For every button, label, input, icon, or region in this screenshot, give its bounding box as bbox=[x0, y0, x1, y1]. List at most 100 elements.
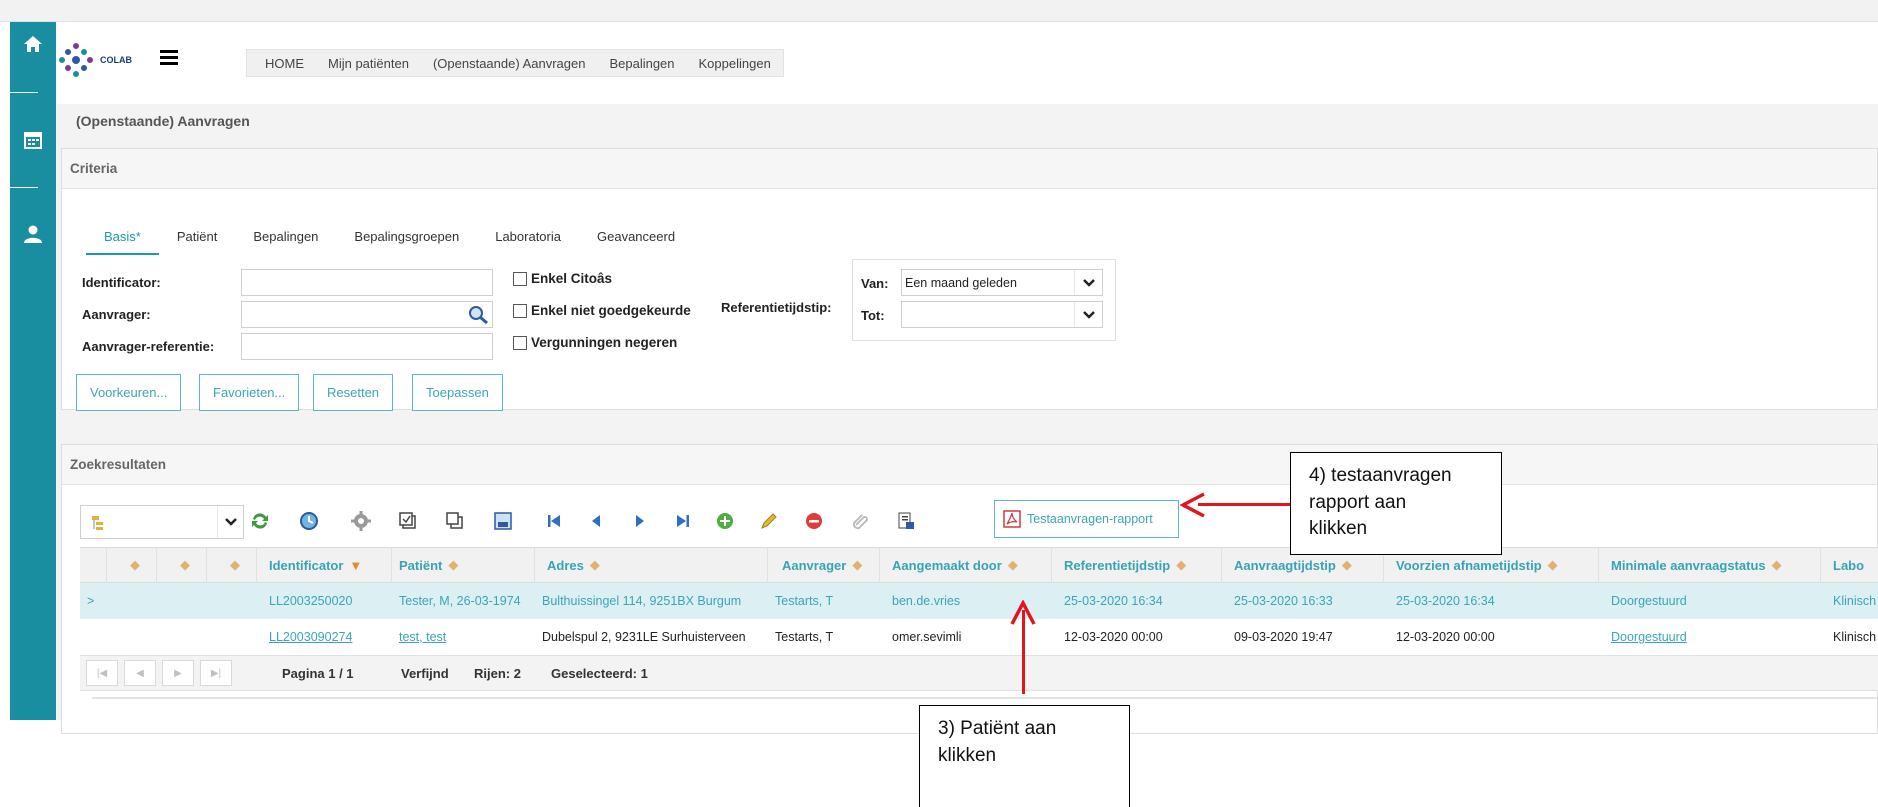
sort-icon[interactable]: ◆ bbox=[107, 547, 157, 583]
tab-bepalingsgroepen[interactable]: Bepalingsgroepen bbox=[336, 223, 477, 255]
chevron-down-icon[interactable] bbox=[1074, 270, 1102, 295]
tab-bepalingen[interactable]: Bepalingen bbox=[235, 223, 336, 255]
van-select[interactable]: Een maand geleden bbox=[901, 269, 1103, 296]
cell-referentietijdstip: 25-03-2020 16:34 bbox=[1064, 594, 1163, 608]
voorkeuren-button[interactable]: Voorkeuren... bbox=[76, 374, 182, 411]
cell-aanvrager: Testarts, T bbox=[775, 630, 834, 644]
aanvrager-label: Aanvrager: bbox=[82, 307, 151, 322]
hamburger-menu-icon[interactable] bbox=[160, 50, 178, 66]
tot-select[interactable] bbox=[901, 301, 1103, 328]
results-header[interactable]: Zoekresultaten bbox=[62, 445, 1877, 485]
select-all-icon[interactable] bbox=[396, 509, 420, 533]
col-aangemaakt-door[interactable]: Aangemaakt door ◆ bbox=[880, 547, 1052, 583]
annotation-step3: 3) Patiënt aan klikken bbox=[919, 705, 1130, 807]
sort-icon[interactable]: ◆ bbox=[157, 547, 207, 583]
user-icon[interactable] bbox=[10, 214, 56, 254]
resetten-button[interactable]: Resetten bbox=[313, 374, 394, 411]
checkbox-box[interactable] bbox=[513, 271, 527, 286]
nav-aanvragen[interactable]: (Openstaande) Aanvragen bbox=[433, 56, 586, 71]
cell-status: Doorgestuurd bbox=[1611, 594, 1687, 608]
chevron-down-icon[interactable] bbox=[1074, 302, 1102, 327]
pager-last-icon[interactable]: ▶| bbox=[200, 660, 232, 686]
add-icon[interactable] bbox=[713, 509, 737, 533]
checkbox-vergunningen-negeren[interactable]: Vergunningen negeren bbox=[513, 335, 677, 350]
checkbox-box[interactable] bbox=[513, 335, 527, 350]
tot-label: Tot: bbox=[861, 308, 885, 323]
col-adres[interactable]: Adres ◆ bbox=[535, 547, 768, 583]
cell-adres: Dubelspul 2, 9231LE Surhuisterveen bbox=[542, 630, 746, 644]
sidebar-divider bbox=[10, 92, 38, 93]
tab-patient[interactable]: Patiënt bbox=[159, 223, 235, 255]
home-icon[interactable] bbox=[10, 24, 56, 64]
refresh-icon[interactable] bbox=[248, 509, 272, 533]
checkbox-enkel-citoas[interactable]: Enkel Citoâs bbox=[513, 271, 612, 286]
col-labo[interactable]: Labo bbox=[1821, 547, 1878, 583]
col-referentietijdstip[interactable]: Referentietijdstip ◆ bbox=[1052, 547, 1222, 583]
tab-basis[interactable]: Basis* bbox=[86, 223, 159, 255]
testaanvragen-rapport-button[interactable]: Testaanvragen-rapport bbox=[994, 500, 1179, 538]
nav-bepalingen[interactable]: Bepalingen bbox=[609, 56, 674, 71]
next-icon[interactable] bbox=[628, 509, 652, 533]
cell-status-link[interactable]: Doorgestuurd bbox=[1599, 619, 1821, 655]
checkbox-box[interactable] bbox=[513, 303, 527, 318]
pager-previous-icon[interactable]: ◀ bbox=[124, 660, 156, 686]
sort-icon[interactable]: ◆ bbox=[207, 547, 257, 583]
arrow-line-step4 bbox=[1198, 503, 1290, 506]
view-selector[interactable] bbox=[80, 505, 244, 539]
last-page-icon[interactable] bbox=[671, 509, 695, 533]
tab-geavanceerd[interactable]: Geavanceerd bbox=[579, 223, 693, 255]
edit-icon[interactable] bbox=[757, 509, 781, 533]
gear-icon[interactable] bbox=[349, 509, 373, 533]
sort-icon: ◆ bbox=[1341, 557, 1352, 572]
first-page-icon[interactable] bbox=[542, 509, 566, 533]
pager-next-icon[interactable]: ▶ bbox=[162, 660, 194, 686]
header-marker-cell bbox=[80, 547, 107, 583]
sort-desc-icon: ▼ bbox=[349, 557, 363, 573]
copy-icon[interactable] bbox=[443, 509, 467, 533]
previous-icon[interactable] bbox=[584, 509, 608, 533]
criteria-header[interactable]: Criteria bbox=[62, 149, 1877, 189]
chevron-down-icon[interactable] bbox=[217, 506, 243, 538]
cell-patient-link[interactable]: test, test bbox=[392, 619, 535, 655]
horizontal-scrollbar[interactable] bbox=[92, 697, 1878, 699]
identificator-label: Identificator: bbox=[82, 275, 161, 290]
colab-logo-icon bbox=[59, 43, 93, 77]
nav-home[interactable]: HOME bbox=[265, 56, 304, 71]
pager-verfijnd[interactable]: Verfijnd bbox=[401, 666, 449, 681]
table-row[interactable]: LL2003090274 test, test Dubelspul 2, 923… bbox=[80, 619, 1878, 655]
nav-koppelingen[interactable]: Koppelingen bbox=[699, 56, 771, 71]
nav-mijn-patienten[interactable]: Mijn patiënten bbox=[328, 56, 409, 71]
checkbox-label: Vergunningen negeren bbox=[531, 335, 678, 350]
export-icon[interactable] bbox=[491, 509, 515, 533]
pager-first-icon[interactable]: |◀ bbox=[86, 660, 118, 686]
checkbox-enkel-niet-goedgekeurde[interactable]: Enkel niet goedgekeurde bbox=[513, 303, 691, 318]
criteria-tabs: Basis* Patiënt Bepalingen Bepalingsgroep… bbox=[86, 223, 693, 255]
calendar-icon[interactable] bbox=[10, 120, 56, 160]
favorieten-button[interactable]: Favorieten... bbox=[199, 374, 300, 411]
identificator-input[interactable] bbox=[241, 269, 493, 296]
col-minimale-aanvraagstatus[interactable]: Minimale aanvraagstatus ◆ bbox=[1599, 547, 1821, 583]
colab-logo[interactable]: COLAB bbox=[56, 40, 132, 80]
cell-patient[interactable]: Tester, M, 26-03-1974 bbox=[392, 583, 535, 619]
col-patient[interactable]: Patiënt ◆ bbox=[392, 547, 535, 583]
col-identificator[interactable]: Identificator ▼ bbox=[257, 547, 392, 583]
van-label: Van: bbox=[861, 276, 889, 291]
tab-laboratoria[interactable]: Laboratoria bbox=[477, 223, 579, 255]
toepassen-button[interactable]: Toepassen bbox=[412, 374, 503, 411]
arrow-head-left-icon bbox=[1180, 492, 1205, 518]
clock-settings-icon[interactable] bbox=[297, 509, 321, 533]
criteria-panel: Criteria Basis* Patiënt Bepalingen Bepal… bbox=[61, 148, 1878, 411]
report-icon[interactable] bbox=[894, 509, 918, 533]
cell-identificator[interactable]: LL2003250020 bbox=[257, 583, 392, 619]
left-sidebar bbox=[10, 22, 56, 720]
attachment-icon[interactable] bbox=[849, 509, 873, 533]
col-aanvrager[interactable]: Aanvrager ◆ bbox=[768, 547, 880, 583]
table-row[interactable]: > LL2003250020 Tester, M, 26-03-1974 Bul… bbox=[80, 583, 1878, 619]
delete-icon[interactable] bbox=[802, 509, 826, 533]
annotation-text: 4) testaanvragen bbox=[1309, 465, 1452, 486]
cell-aanvrager: Testarts, T bbox=[775, 594, 834, 608]
aanvrager-referentie-input[interactable] bbox=[241, 333, 493, 360]
search-icon[interactable] bbox=[467, 305, 489, 325]
aanvrager-input[interactable] bbox=[241, 301, 493, 328]
cell-identificator-link[interactable]: LL2003090274 bbox=[257, 619, 392, 655]
